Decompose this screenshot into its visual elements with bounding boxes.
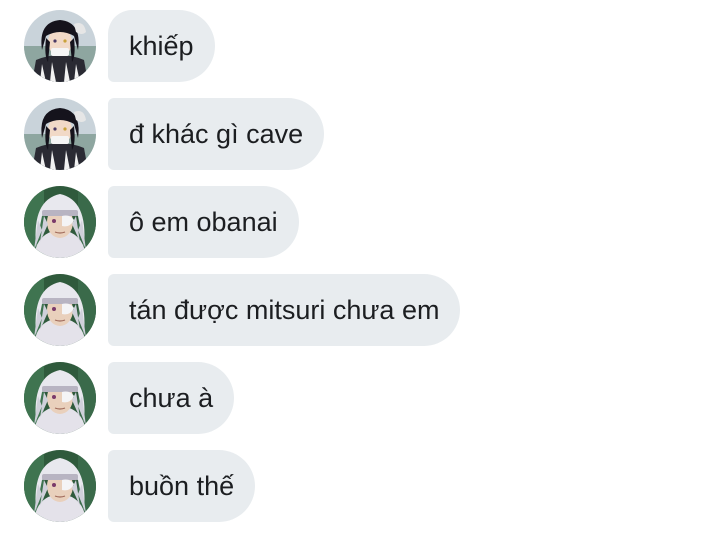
message-row: khiếp bbox=[0, 10, 720, 82]
white-haired-character-avatar-icon[interactable] bbox=[24, 274, 96, 346]
dark-haired-character-avatar-icon[interactable] bbox=[24, 98, 96, 170]
message-bubble[interactable]: đ khác gì cave bbox=[108, 98, 325, 170]
message-bubble[interactable]: tán được mitsuri chưa em bbox=[108, 274, 461, 346]
white-haired-character-avatar-icon[interactable] bbox=[24, 450, 96, 522]
dark-haired-character-avatar-icon[interactable] bbox=[24, 10, 96, 82]
message-row: ô em obanai bbox=[0, 186, 720, 258]
white-haired-character-avatar-icon[interactable] bbox=[24, 186, 96, 258]
message-bubble[interactable]: buồn thế bbox=[108, 450, 256, 522]
white-haired-character-avatar-icon[interactable] bbox=[24, 362, 96, 434]
message-row: buồn thế bbox=[0, 450, 720, 522]
message-bubble[interactable]: chưa à bbox=[108, 362, 235, 434]
message-bubble[interactable]: ô em obanai bbox=[108, 186, 299, 258]
message-bubble[interactable]: khiếp bbox=[108, 10, 215, 82]
message-thread: khiếp đ khác gì cave ô em obanai tán đượ… bbox=[0, 10, 720, 538]
message-row: đ khác gì cave bbox=[0, 98, 720, 170]
message-row: chưa à bbox=[0, 362, 720, 434]
message-row: tán được mitsuri chưa em bbox=[0, 274, 720, 346]
